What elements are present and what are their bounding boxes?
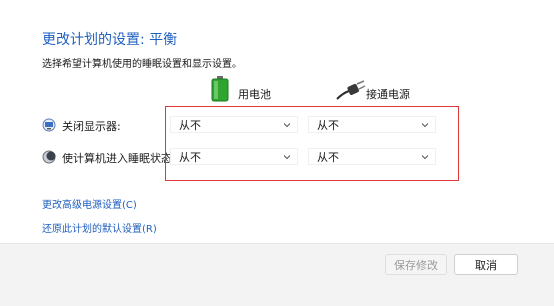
page-subtitle: 选择希望计算机使用的睡眠设置和显示设置。 — [42, 59, 242, 70]
battery-icon — [210, 76, 230, 106]
setting-label-display: 关闭显示器: — [62, 120, 121, 133]
restore-defaults-link[interactable]: 还原此计划的默认设置(R) — [42, 220, 157, 235]
highlight-box — [165, 106, 459, 181]
advanced-power-settings-link[interactable]: 更改高级电源设置(C) — [42, 196, 137, 211]
page-title: 更改计划的设置: 平衡 — [42, 32, 178, 48]
power-plug-icon — [336, 80, 366, 104]
plugged-column-label: 接通电源 — [366, 88, 410, 101]
display-off-icon — [42, 117, 56, 132]
sleep-moon-icon — [42, 149, 56, 164]
battery-column-label: 用电池 — [238, 88, 271, 101]
cancel-button[interactable]: 取消 — [454, 254, 518, 275]
save-changes-button[interactable]: 保存修改 — [385, 254, 447, 275]
setting-label-sleep: 使计算机进入睡眠状态: — [62, 152, 176, 165]
